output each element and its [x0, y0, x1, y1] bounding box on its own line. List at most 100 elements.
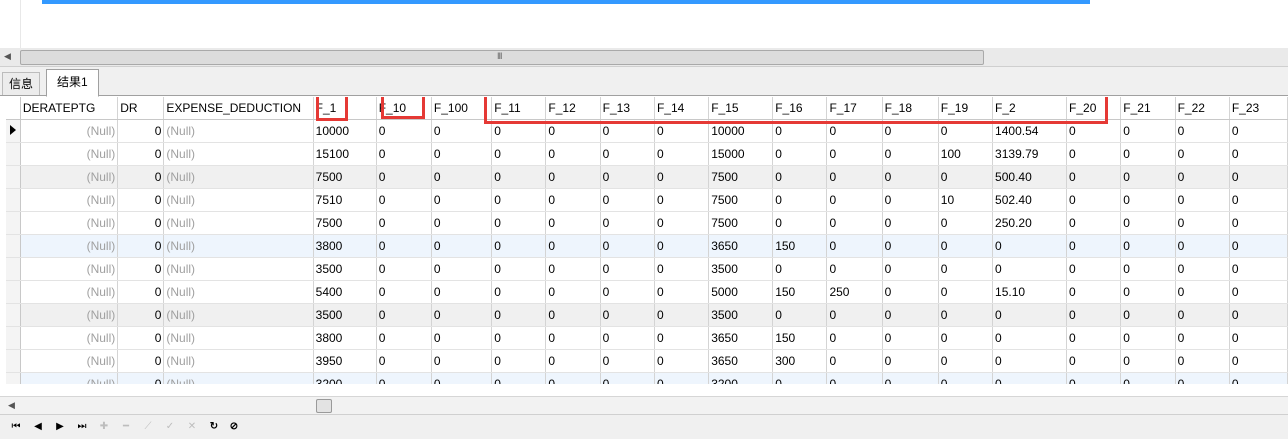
table-row[interactable]: (Null) 0 (Null) 3500 0 0 0 0 0 0 3500 0 0 0 0 0 0 0 0 0	[6, 303, 1288, 327]
table-cell[interactable]: 0	[600, 142, 655, 166]
column-header[interactable]: F_1	[313, 97, 377, 120]
table-cell[interactable]: 0	[1175, 257, 1230, 281]
column-header[interactable]: F_2	[992, 97, 1068, 120]
table-cell[interactable]: 3800	[313, 326, 377, 350]
column-header[interactable]: F_20	[1066, 97, 1122, 120]
table-cell[interactable]: 0	[491, 188, 547, 212]
table-cell[interactable]: 0	[826, 349, 883, 373]
table-cell[interactable]: 0	[882, 142, 939, 166]
table-cell[interactable]: 0	[1066, 349, 1122, 373]
table-cell[interactable]: (Null)	[20, 234, 119, 258]
table-cell[interactable]: 0	[1229, 142, 1288, 166]
table-cell[interactable]: (Null)	[163, 257, 314, 281]
table-cell[interactable]: 10000	[708, 119, 774, 143]
table-cell[interactable]: 0	[882, 234, 939, 258]
table-cell[interactable]: 0	[1175, 211, 1230, 235]
table-cell[interactable]: 0	[1066, 280, 1122, 304]
column-header[interactable]: F_16	[772, 97, 828, 120]
table-cell[interactable]: 0	[1229, 257, 1288, 281]
table-cell[interactable]: 0	[826, 303, 883, 327]
table-cell[interactable]: 0	[772, 303, 828, 327]
table-cell[interactable]: 3500	[313, 257, 377, 281]
table-cell[interactable]: 0	[431, 142, 493, 166]
table-cell[interactable]: 3200	[313, 372, 377, 384]
table-cell[interactable]: 0	[545, 372, 601, 384]
table-cell[interactable]: 3500	[313, 303, 377, 327]
table-cell[interactable]: 0	[1229, 372, 1288, 384]
table-cell[interactable]: 0	[992, 326, 1068, 350]
table-cell[interactable]: (Null)	[163, 142, 314, 166]
table-cell[interactable]: 0	[545, 303, 601, 327]
table-cell[interactable]: 0	[600, 326, 655, 350]
table-cell[interactable]: 0	[376, 119, 432, 143]
table-cell[interactable]: 0	[826, 372, 883, 384]
table-cell[interactable]: 150	[772, 326, 828, 350]
table-cell[interactable]: 0	[545, 234, 601, 258]
table-cell[interactable]: (Null)	[163, 211, 314, 235]
table-cell[interactable]: 0	[1175, 280, 1230, 304]
table-cell[interactable]: 0	[992, 349, 1068, 373]
table-cell[interactable]: 0	[1175, 165, 1230, 189]
table-cell[interactable]: (Null)	[20, 165, 119, 189]
table-cell[interactable]: 0	[545, 142, 601, 166]
table-cell[interactable]: 3800	[313, 234, 377, 258]
table-cell[interactable]: 7500	[708, 211, 774, 235]
table-cell[interactable]: 0	[1066, 326, 1122, 350]
table-cell[interactable]: 250	[826, 280, 883, 304]
table-cell[interactable]: 150	[772, 234, 828, 258]
table-cell[interactable]: 0	[431, 234, 493, 258]
table-cell[interactable]: 0	[376, 372, 432, 384]
table-row[interactable]: (Null) 0 (Null) 3800 0 0 0 0 0 0 3650 150 0 0 0 0 0 0 0 0	[6, 234, 1288, 258]
table-cell[interactable]: 0	[938, 211, 994, 235]
table-cell[interactable]: 0	[938, 303, 994, 327]
table-cell[interactable]: 0	[1175, 234, 1230, 258]
table-cell[interactable]: 1400.54	[992, 119, 1068, 143]
table-cell[interactable]: 0	[1120, 326, 1176, 350]
table-cell[interactable]: 0	[938, 119, 994, 143]
table-cell[interactable]: 0	[1066, 188, 1122, 212]
table-cell[interactable]: 0	[772, 119, 828, 143]
table-cell[interactable]: 0	[1229, 326, 1288, 350]
table-cell[interactable]: 0	[1066, 211, 1122, 235]
table-cell[interactable]: (Null)	[20, 119, 119, 143]
table-cell[interactable]: 0	[938, 326, 994, 350]
table-cell[interactable]: 0	[826, 234, 883, 258]
table-cell[interactable]: 0	[938, 257, 994, 281]
table-cell[interactable]: 0	[654, 211, 710, 235]
table-cell[interactable]: 0	[826, 142, 883, 166]
table-cell[interactable]: 0	[491, 372, 547, 384]
row-indicator[interactable]	[6, 349, 21, 373]
column-header[interactable]: EXPENSE_DEDUCTION	[163, 97, 314, 120]
scrollbar-thumb[interactable]: III	[20, 50, 984, 65]
scrollbar-thumb[interactable]	[316, 399, 332, 413]
table-cell[interactable]: 0	[376, 142, 432, 166]
table-cell[interactable]: (Null)	[20, 303, 119, 327]
row-indicator[interactable]	[6, 303, 21, 327]
table-cell[interactable]: 500.40	[992, 165, 1068, 189]
table-cell[interactable]: 0	[431, 211, 493, 235]
table-cell[interactable]: 7500	[708, 165, 774, 189]
table-cell[interactable]: 0	[545, 119, 601, 143]
table-cell[interactable]: 0	[1229, 188, 1288, 212]
table-cell[interactable]: 3950	[313, 349, 377, 373]
table-cell[interactable]: 0	[431, 165, 493, 189]
table-cell[interactable]: 3650	[708, 234, 774, 258]
table-cell[interactable]: 0	[117, 257, 165, 281]
table-cell[interactable]: 0	[1229, 165, 1288, 189]
table-cell[interactable]: 0	[376, 349, 432, 373]
table-cell[interactable]: 250.20	[992, 211, 1068, 235]
table-cell[interactable]: 0	[1066, 119, 1122, 143]
table-cell[interactable]: 0	[1120, 211, 1176, 235]
table-cell[interactable]: 0	[600, 372, 655, 384]
table-cell[interactable]: 0	[772, 165, 828, 189]
table-cell[interactable]: 0	[654, 165, 710, 189]
first-record-icon[interactable]: ⏮	[8, 419, 24, 435]
table-cell[interactable]: 0	[1066, 234, 1122, 258]
table-cell[interactable]: 0	[1120, 372, 1176, 384]
table-cell[interactable]: 0	[772, 372, 828, 384]
table-cell[interactable]: 0	[1175, 303, 1230, 327]
table-cell[interactable]: 5400	[313, 280, 377, 304]
column-header[interactable]: F_13	[600, 97, 655, 120]
table-cell[interactable]: 0	[882, 188, 939, 212]
table-cell[interactable]: (Null)	[163, 303, 314, 327]
